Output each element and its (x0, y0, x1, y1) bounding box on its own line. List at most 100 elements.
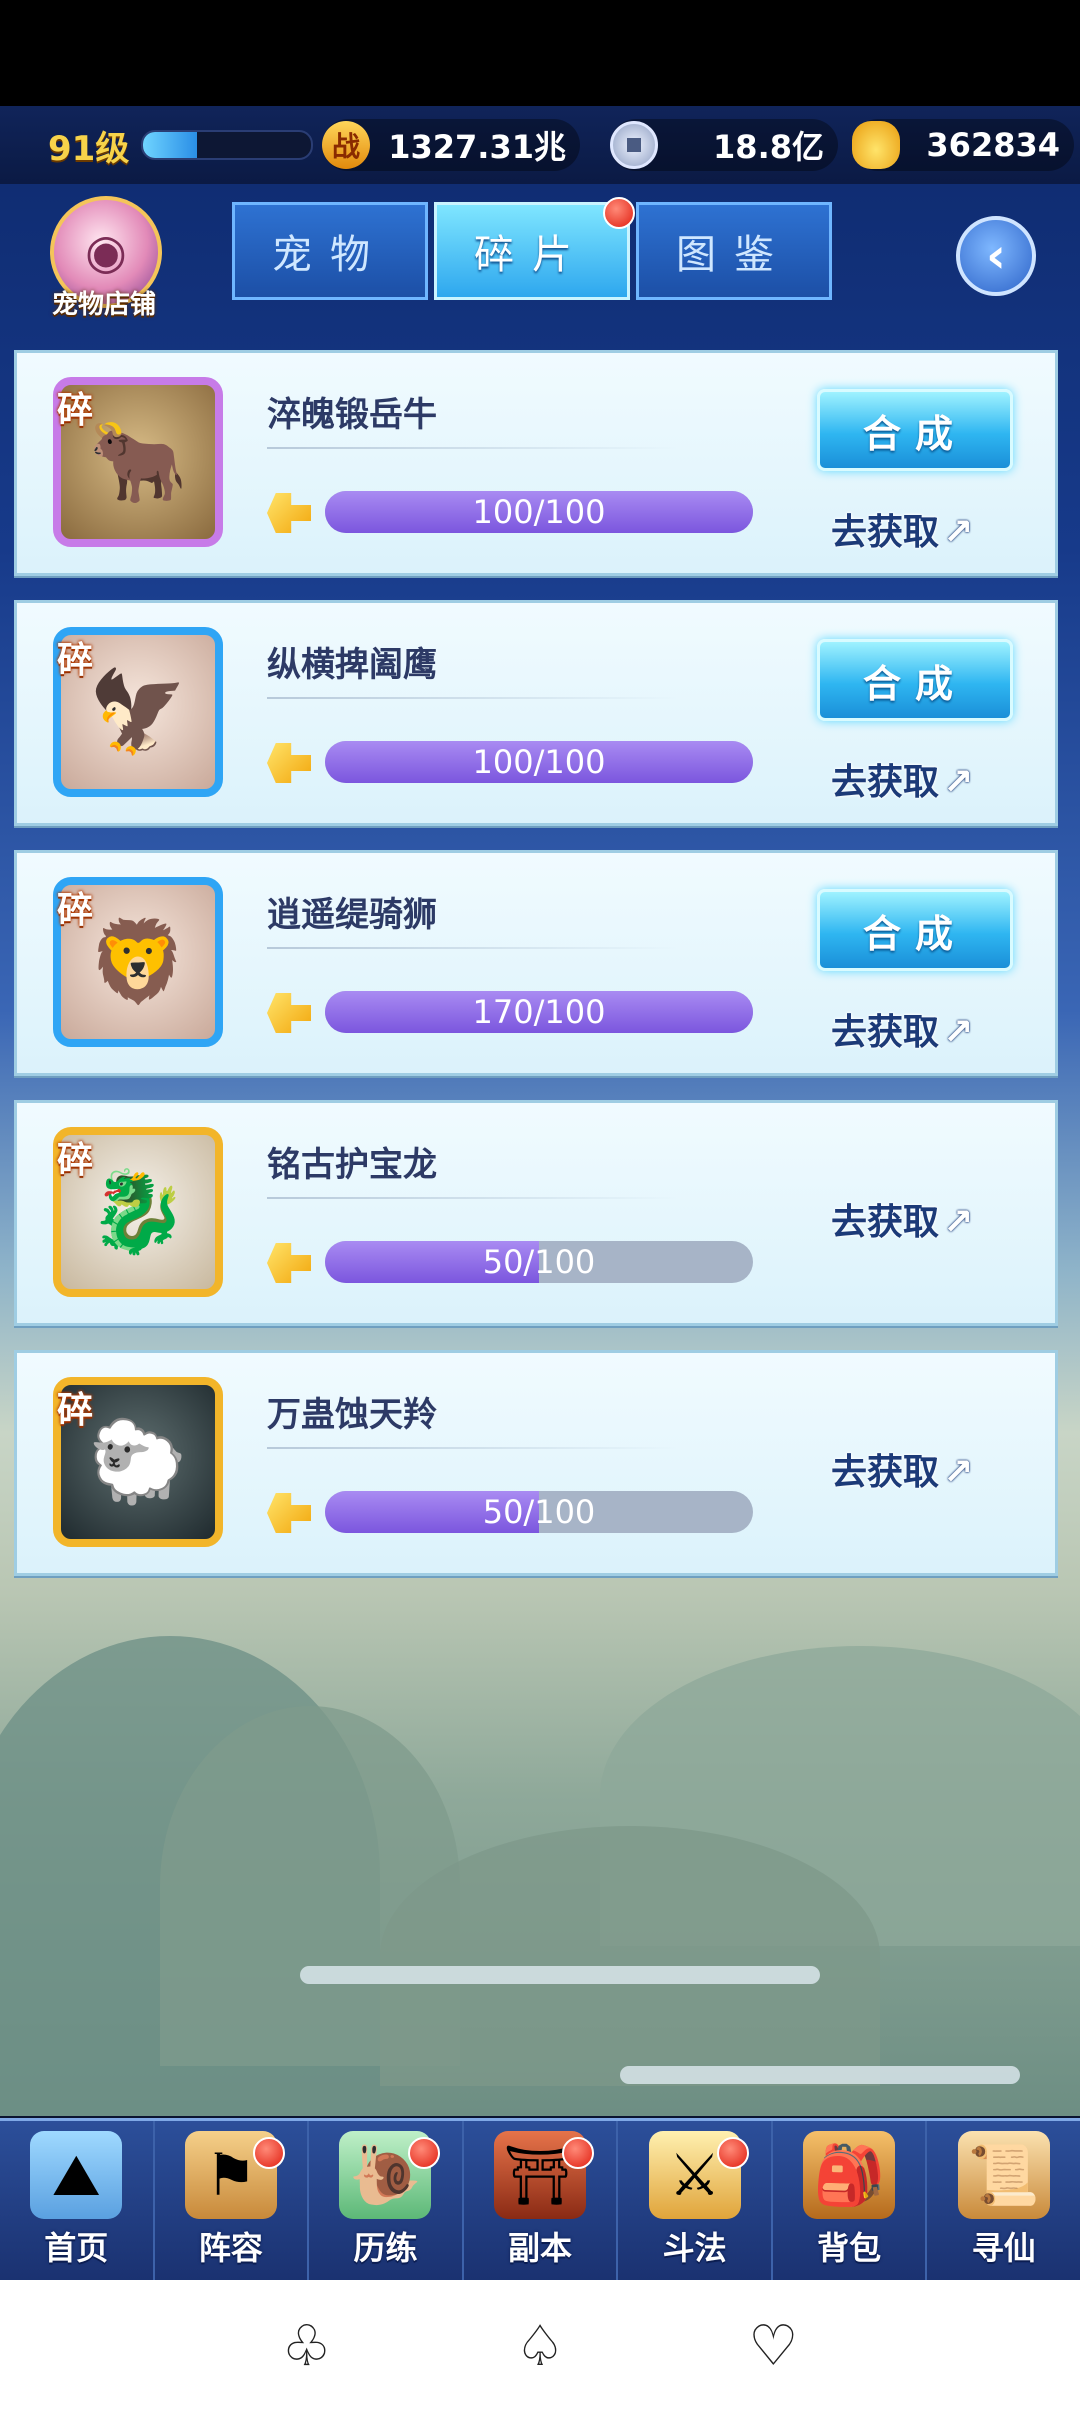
pet-shop-label: 宠物店铺 (51, 290, 156, 320)
status-bar (0, 0, 1080, 106)
coin-display: 18.8亿 (610, 119, 838, 171)
get-more-link[interactable]: 去获取 ↗ (831, 753, 973, 805)
nav-label: 历练 (353, 2229, 418, 2267)
nav-label: 阵容 (198, 2229, 263, 2267)
tab-fragments[interactable]: 碎片 (434, 197, 635, 300)
ingot-value: 362834 (926, 126, 1060, 164)
home-button-icon[interactable]: ♤ (500, 2306, 580, 2386)
get-more-label: 去获取 (831, 1012, 940, 1053)
fragment-tag: 碎 (57, 1140, 94, 1181)
fragment-progress-bar: 100/100 (325, 491, 753, 533)
tab-bar: 宠物 碎片 图鉴 (232, 197, 832, 300)
puzzle-piece-icon (267, 1493, 311, 1533)
divider (267, 1447, 677, 1449)
fragment-progress-bar: 170/100 (325, 991, 753, 1033)
pet-shop-button[interactable]: ◉ 宠物店铺 (38, 196, 168, 326)
bag-icon: 🎒 (803, 2131, 896, 2219)
quest-icon: 📜 (957, 2131, 1050, 2219)
pet-name: 万蛊蚀天羚 (267, 1395, 437, 1435)
back-nav-icon[interactable]: ♡ (733, 2306, 813, 2386)
progress-text: 170/100 (472, 993, 606, 1031)
get-more-label: 去获取 (831, 762, 940, 803)
pet-portrait[interactable]: 🐉 碎 (53, 1127, 223, 1297)
pet-name: 铭古护宝龙 (267, 1145, 437, 1185)
ingot-display: 362834 (852, 119, 1074, 171)
compose-button[interactable]: 合成 (817, 639, 1013, 721)
get-more-label: 去获取 (831, 1202, 940, 1243)
nav-label: 寻仙 (971, 2229, 1036, 2267)
pet-name: 淬魄锻岳牛 (267, 395, 437, 435)
get-more-label: 去获取 (831, 512, 940, 553)
pet-name: 纵横捭阖鹰 (267, 645, 437, 685)
progress-text: 100/100 (472, 493, 606, 531)
fragment-card: 🦅 碎 纵横捭阖鹰 100/100 合成 去获取 ↗ (14, 600, 1058, 826)
get-more-label: 去获取 (831, 1452, 940, 1493)
progress-text: 50/100 (482, 1243, 596, 1281)
get-more-link[interactable]: 去获取 ↗ (831, 503, 973, 555)
fragment-tag: 碎 (57, 640, 94, 681)
fragment-card: 🐑 碎 万蛊蚀天羚 50/100 去获取 ↗ (14, 1350, 1058, 1576)
fragment-tag: 碎 (57, 1390, 94, 1431)
nav-lineup[interactable]: ⚑ 阵容 (155, 2121, 310, 2283)
pet-portrait[interactable]: 🐂 碎 (53, 377, 223, 547)
back-arrow-icon: ‹ (986, 228, 1006, 284)
progress-text: 50/100 (482, 1493, 596, 1531)
tab-codex[interactable]: 图鉴 (636, 202, 832, 300)
pet-portrait[interactable]: 🦅 碎 (53, 627, 223, 797)
divider (267, 1197, 677, 1199)
coin-icon (610, 121, 658, 169)
divider (267, 447, 677, 449)
nav-battle[interactable]: ⚔ 斗法 (618, 2121, 773, 2283)
home-icon: ⛰ (30, 2131, 123, 2219)
pet-portrait[interactable]: 🐑 碎 (53, 1377, 223, 1547)
nav-label: 副本 (508, 2229, 573, 2267)
recent-apps-icon[interactable]: ♧ (267, 2306, 347, 2386)
pet-portrait[interactable]: 🦁 碎 (53, 877, 223, 1047)
get-more-link[interactable]: 去获取 ↗ (831, 1003, 973, 1055)
nav-label: 首页 (44, 2229, 109, 2267)
fragment-list: 🐂 碎 淬魄锻岳牛 100/100 合成 去获取 ↗ 🦅 碎 纵横捭阖鹰 100/10… (14, 350, 1058, 1600)
arrow-icon: ↗ (943, 1202, 974, 1243)
coin-value: 18.8亿 (713, 128, 824, 166)
tab-fragments-label: 碎片 (474, 232, 590, 278)
back-button[interactable]: ‹ (956, 216, 1036, 296)
nav-bag[interactable]: 🎒 背包 (773, 2121, 928, 2283)
xp-bar (141, 130, 314, 160)
nav-home[interactable]: ⛰ 首页 (0, 2121, 155, 2283)
notification-dot (716, 2137, 749, 2169)
notification-dot (603, 197, 635, 229)
tab-pets[interactable]: 宠物 (232, 202, 428, 300)
power-icon: 战 (322, 121, 370, 169)
puzzle-piece-icon (267, 1243, 311, 1283)
fragment-progress-bar: 50/100 (325, 1241, 753, 1283)
fragment-progress-bar: 50/100 (325, 1491, 753, 1533)
compose-button[interactable]: 合成 (817, 889, 1013, 971)
fragment-progress-bar: 100/100 (325, 741, 753, 783)
pet-name: 逍遥缇骑狮 (267, 895, 437, 935)
nav-quest[interactable]: 📜 寻仙 (927, 2121, 1080, 2283)
get-more-link[interactable]: 去获取 ↗ (831, 1193, 973, 1245)
fragment-card: 🦁 碎 逍遥缇骑狮 170/100 合成 去获取 ↗ (14, 850, 1058, 1076)
fragment-card: 🐉 碎 铭古护宝龙 50/100 去获取 ↗ (14, 1100, 1058, 1326)
player-level: 91级 (48, 128, 130, 169)
puzzle-piece-icon (267, 493, 311, 533)
fragment-card: 🐂 碎 淬魄锻岳牛 100/100 合成 去获取 ↗ (14, 350, 1058, 576)
compose-button[interactable]: 合成 (817, 389, 1013, 471)
arrow-icon: ↗ (943, 1452, 974, 1493)
power-display: 战 1327.31兆 (322, 119, 580, 171)
bottom-nav: ⛰ 首页 ⚑ 阵容 🐌 历练 ⛩ 副本 ⚔ 斗法 🎒 背包 📜 寻仙 (0, 2118, 1080, 2283)
arrow-icon: ↗ (943, 762, 974, 803)
fragment-tag: 碎 (57, 890, 94, 931)
notification-dot (562, 2137, 595, 2169)
system-nav-bar: ♧ ♤ ♡ (0, 2280, 1080, 2412)
get-more-link[interactable]: 去获取 ↗ (831, 1443, 973, 1495)
power-value: 1327.31兆 (388, 128, 566, 166)
notification-dot (253, 2137, 286, 2169)
fragment-tag: 碎 (57, 390, 94, 431)
gold-ingot-icon (852, 121, 900, 169)
nav-training[interactable]: 🐌 历练 (309, 2121, 464, 2283)
nav-dungeon[interactable]: ⛩ 副本 (464, 2121, 619, 2283)
puzzle-piece-icon (267, 993, 311, 1033)
divider (267, 697, 677, 699)
notification-dot (407, 2137, 440, 2169)
